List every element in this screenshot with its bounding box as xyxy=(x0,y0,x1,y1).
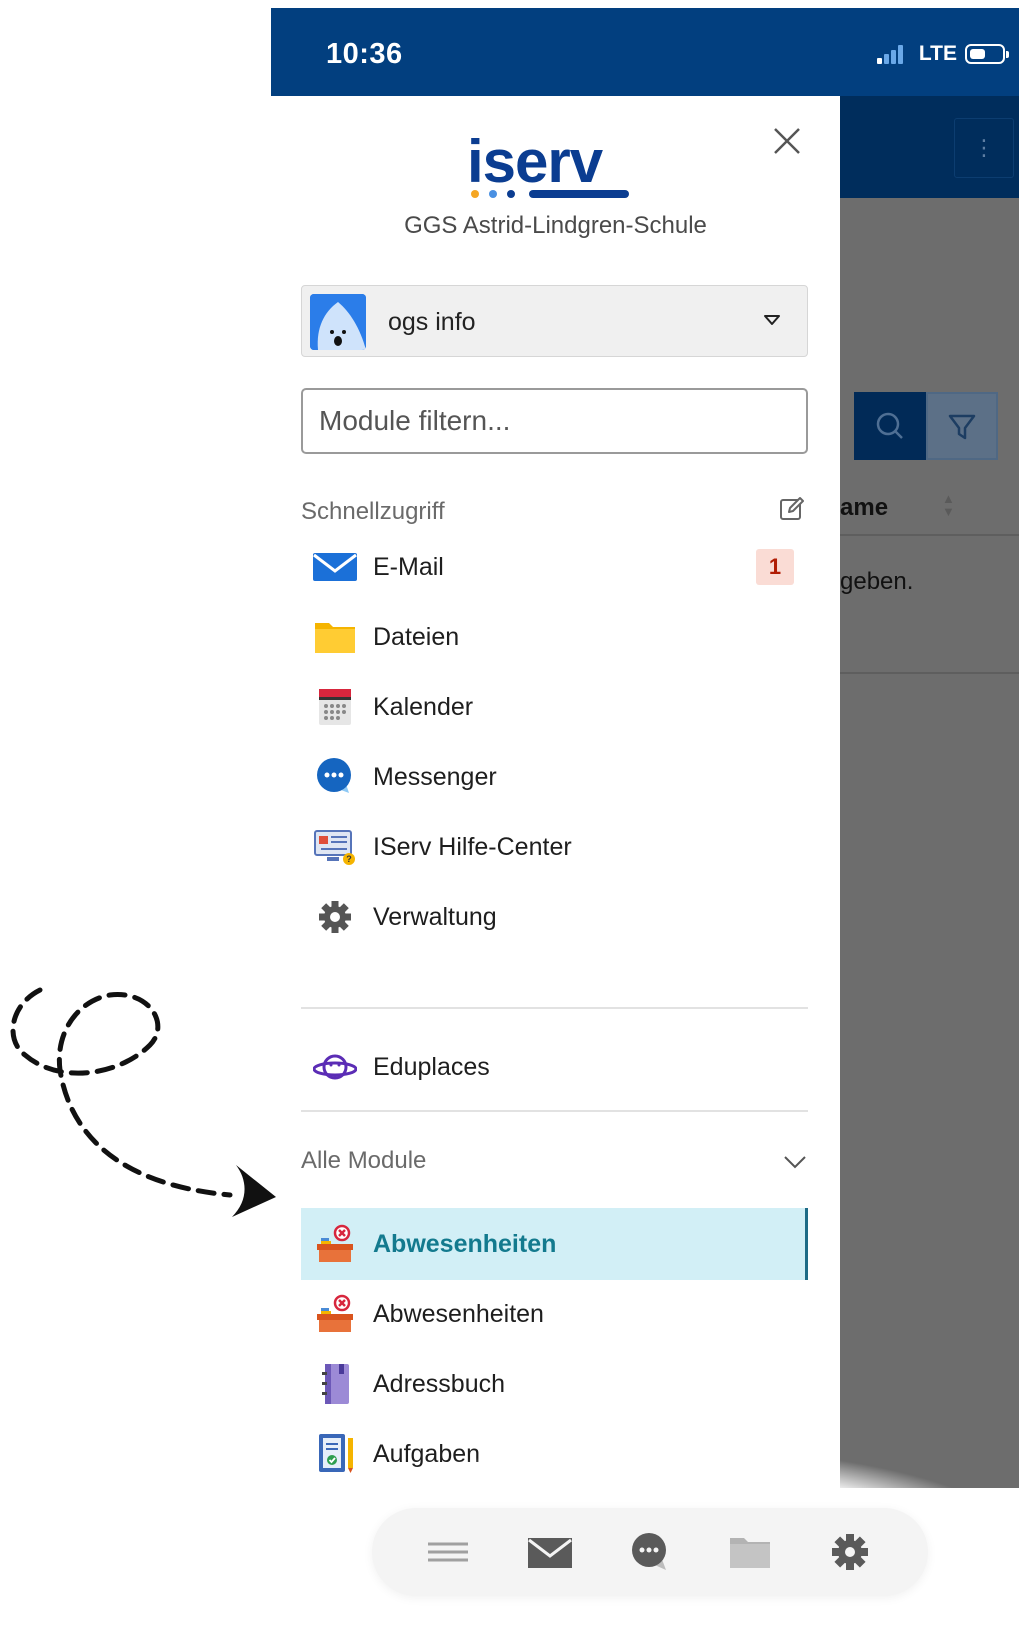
sort-icon[interactable]: ▲ ▼ xyxy=(942,492,955,518)
folder-icon xyxy=(315,623,355,653)
quick-item-label: Verwaltung xyxy=(373,903,497,931)
mail-icon xyxy=(313,553,357,581)
module-item-label: Adressbuch xyxy=(373,1370,506,1398)
status-bar: 10:36 LTE xyxy=(271,8,1019,96)
quick-item-email[interactable]: E-Mail 1 xyxy=(301,531,808,603)
quick-item-administration[interactable]: Verwaltung xyxy=(301,881,808,953)
kebab-menu-icon[interactable]: ⋮ xyxy=(954,118,1014,178)
all-modules-title: Alle Module xyxy=(301,1147,427,1174)
school-name: GGS Astrid-Lindgren-Schule xyxy=(404,212,707,239)
calendar-icon xyxy=(319,689,351,725)
background-column-name: ame xyxy=(840,494,889,521)
bottom-navigation-bar xyxy=(372,1508,928,1596)
quick-access-title: Schnellzugriff xyxy=(301,498,445,525)
edit-icon[interactable] xyxy=(779,496,805,522)
navigation-drawer: iserv GGS Astrid-Lindgren-Schule ogs inf… xyxy=(271,96,840,1488)
network-label: LTE xyxy=(918,42,957,65)
mail-icon[interactable] xyxy=(528,1532,572,1572)
annotation-arrow-icon xyxy=(10,987,276,1217)
filter-icon xyxy=(948,414,976,440)
caret-down-icon xyxy=(764,315,780,325)
status-time: 10:36 xyxy=(326,38,403,70)
help-center-icon: ? xyxy=(314,830,355,865)
gear-icon xyxy=(319,901,351,933)
avatar xyxy=(310,294,366,350)
absence-icon xyxy=(317,1294,353,1332)
account-selector[interactable]: ogs info xyxy=(301,285,808,357)
chat-icon xyxy=(317,758,351,793)
background-empty-text: geben. xyxy=(840,568,914,595)
account-name: ogs info xyxy=(388,308,476,336)
module-item-label: Abwesenheiten xyxy=(373,1300,544,1328)
module-item-absences[interactable]: Abwesenheiten xyxy=(301,1278,808,1350)
quick-item-calendar[interactable]: Kalender xyxy=(301,671,808,743)
svg-text:iserv: iserv xyxy=(467,132,604,195)
close-icon[interactable] xyxy=(770,124,804,158)
module-item-label: Abwesenheiten xyxy=(373,1230,557,1258)
background-search-button[interactable] xyxy=(854,392,926,460)
background-header: ⋮ xyxy=(840,96,1019,198)
quick-item-help-center[interactable]: ? IServ Hilfe-Center xyxy=(301,811,808,883)
eduplaces-label: Eduplaces xyxy=(373,1053,490,1081)
quick-item-label: E-Mail xyxy=(373,553,444,581)
background-divider xyxy=(840,672,1019,674)
search-icon xyxy=(876,412,903,439)
status-indicators: LTE xyxy=(876,42,1009,66)
folder-icon[interactable] xyxy=(728,1532,772,1572)
background-app: ⋮ ame ▲ ▼ geben. xyxy=(840,96,1019,1488)
section-divider xyxy=(301,1110,808,1112)
quick-item-messenger[interactable]: Messenger xyxy=(301,741,808,813)
module-item-addressbook[interactable]: Adressbuch xyxy=(301,1348,808,1420)
battery-icon xyxy=(965,44,1009,64)
svg-text:?: ? xyxy=(346,854,352,864)
quick-item-label: IServ Hilfe-Center xyxy=(373,833,572,861)
eduplaces-item[interactable]: Eduplaces xyxy=(301,1031,808,1103)
gear-icon[interactable] xyxy=(828,1532,872,1572)
section-divider xyxy=(301,1007,808,1009)
background-filter-button[interactable] xyxy=(926,392,998,460)
module-item-absences-active[interactable]: Abwesenheiten xyxy=(301,1208,808,1280)
iserv-logo: iserv xyxy=(467,128,637,207)
chat-icon[interactable] xyxy=(628,1532,672,1572)
quick-item-files[interactable]: Dateien xyxy=(301,601,808,673)
absence-icon xyxy=(317,1224,353,1262)
chevron-down-icon[interactable] xyxy=(783,1154,807,1170)
iserv-logo-icon: iserv xyxy=(467,128,629,198)
unread-badge: 1 xyxy=(756,549,794,585)
quick-item-label: Dateien xyxy=(373,623,460,651)
module-filter-input[interactable] xyxy=(301,388,808,454)
signal-icon xyxy=(876,44,905,64)
quick-item-label: Messenger xyxy=(373,763,497,791)
addressbook-icon xyxy=(322,1364,349,1404)
quick-item-label: Kalender xyxy=(373,693,474,721)
planet-icon xyxy=(313,1054,357,1080)
menu-icon[interactable] xyxy=(426,1532,470,1572)
